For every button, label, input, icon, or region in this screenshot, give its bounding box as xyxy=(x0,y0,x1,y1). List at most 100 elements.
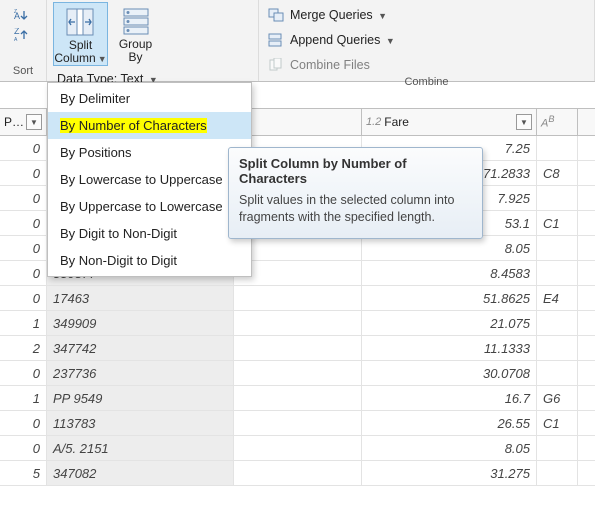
split-column-icon xyxy=(62,5,100,39)
svg-text:Z: Z xyxy=(14,9,17,15)
cell-blank xyxy=(234,336,362,360)
cell-cabin xyxy=(537,361,578,385)
cell-fare: 8.05 xyxy=(362,436,537,460)
combine-group-label: Combine xyxy=(265,76,588,88)
cell-blank xyxy=(234,261,362,285)
menu-item-delimiter[interactable]: By Delimiter xyxy=(48,85,251,112)
cell-parc: 0 xyxy=(0,436,47,460)
cell-blank xyxy=(234,361,362,385)
svg-text:A: A xyxy=(14,37,18,42)
cell-parc: 0 xyxy=(0,411,47,435)
cell-cabin xyxy=(537,336,578,360)
cell-parc: 0 xyxy=(0,161,47,185)
table-row[interactable]: 134990921.075 xyxy=(0,311,595,336)
cell-cabin xyxy=(537,436,578,460)
table-row[interactable]: 1PP 954916.7G6 xyxy=(0,386,595,411)
cell-cabin: C1 xyxy=(537,411,578,435)
cell-blank xyxy=(234,236,362,260)
transform-group: SplitColumn▼ GroupBy Data Type: Text ▼ xyxy=(47,0,259,81)
tooltip-body: Split values in the selected column into… xyxy=(239,192,472,226)
cell-ticket: 237736 xyxy=(47,361,234,385)
menu-item-low-upper[interactable]: By Lowercase to Uppercase xyxy=(48,166,251,193)
cell-parc: 0 xyxy=(0,136,47,160)
cell-cabin xyxy=(537,136,578,160)
cell-fare: 26.55 xyxy=(362,411,537,435)
cell-parc: 0 xyxy=(0,211,47,235)
split-column-menu: By Delimiter By Number of Characters By … xyxy=(47,82,252,277)
split-column-button[interactable]: SplitColumn▼ xyxy=(53,2,108,66)
cell-parc: 1 xyxy=(0,311,47,335)
merge-icon xyxy=(267,6,285,24)
menu-item-nondigit-digit[interactable]: By Non-Digit to Digit xyxy=(48,247,251,274)
filter-button[interactable]: ▼ xyxy=(26,114,42,130)
cell-blank xyxy=(234,311,362,335)
cell-cabin xyxy=(537,186,578,210)
tooltip-title: Split Column by Number of Characters xyxy=(239,156,472,186)
table-row[interactable]: 0A/5. 2151 8.05 xyxy=(0,436,595,461)
cell-parc: 0 xyxy=(0,236,47,260)
cell-ticket: 349909 xyxy=(47,311,234,335)
cell-cabin xyxy=(537,261,578,285)
tooltip: Split Column by Number of Characters Spl… xyxy=(228,147,483,239)
col-header-fare[interactable]: 1.2 Fare ▼ xyxy=(362,109,537,135)
cell-blank xyxy=(234,286,362,310)
menu-item-num-chars[interactable]: By Number of Characters xyxy=(48,112,251,139)
cell-cabin: C8 xyxy=(537,161,578,185)
cell-fare: 51.8625 xyxy=(362,286,537,310)
cell-cabin: G6 xyxy=(537,386,578,410)
sort-ascending-icon[interactable]: AZ xyxy=(13,6,33,24)
table-row[interactable]: 2347742 11.1333 xyxy=(0,336,595,361)
cell-blank xyxy=(234,436,362,460)
group-by-button[interactable]: GroupBy xyxy=(108,2,163,66)
group-by-icon xyxy=(117,4,155,38)
menu-item-upper-lower[interactable]: By Uppercase to Lowercase xyxy=(48,193,251,220)
col-header-parc[interactable]: Parc… ▼ xyxy=(0,109,47,135)
cell-cabin xyxy=(537,236,578,260)
cell-ticket: 347082 xyxy=(47,461,234,485)
ribbon: AZ ZA Sort SplitColumn▼ xyxy=(0,0,595,82)
cell-parc: 2 xyxy=(0,336,47,360)
cell-cabin: E4 xyxy=(537,286,578,310)
cell-cabin: C1 xyxy=(537,211,578,235)
cell-parc: 5 xyxy=(0,461,47,485)
sort-group-label: Sort xyxy=(13,65,33,77)
cell-fare: 16.7 xyxy=(362,386,537,410)
combine-files-button[interactable]: Combine Files xyxy=(265,54,588,76)
cell-fare: 31.275 xyxy=(362,461,537,485)
cell-ticket: 17463 xyxy=(47,286,234,310)
cell-cabin xyxy=(537,461,578,485)
table-row[interactable]: 0113783 26.55C1 xyxy=(0,411,595,436)
append-icon xyxy=(267,31,285,49)
cell-blank xyxy=(234,461,362,485)
cell-parc: 0 xyxy=(0,286,47,310)
cell-ticket: A/5. 2151 xyxy=(47,436,234,460)
menu-item-digit-nondigit[interactable]: By Digit to Non-Digit xyxy=(48,220,251,247)
sort-group: AZ ZA Sort xyxy=(0,0,47,81)
col-header-spacer xyxy=(234,109,362,135)
cell-ticket: 347742 xyxy=(47,336,234,360)
table-row[interactable]: 5347082 31.275 xyxy=(0,461,595,486)
cell-fare: 8.05 xyxy=(362,236,537,260)
cell-parc: 1 xyxy=(0,386,47,410)
cell-ticket: 113783 xyxy=(47,411,234,435)
merge-queries-button[interactable]: Merge Queries ▼ xyxy=(265,4,588,26)
cell-blank xyxy=(234,411,362,435)
sort-descending-icon[interactable]: ZA xyxy=(13,26,33,44)
cell-parc: 0 xyxy=(0,186,47,210)
cell-parc: 0 xyxy=(0,261,47,285)
svg-text:Z: Z xyxy=(14,28,20,36)
cell-blank xyxy=(234,386,362,410)
table-row[interactable]: 0237736 30.0708 xyxy=(0,361,595,386)
combine-files-icon xyxy=(267,56,285,74)
menu-item-positions[interactable]: By Positions xyxy=(48,139,251,166)
cell-fare: 8.4583 xyxy=(362,261,537,285)
table-row[interactable]: 017463 51.8625E4 xyxy=(0,286,595,311)
cell-cabin xyxy=(537,311,578,335)
combine-group: Merge Queries ▼ Append Queries ▼ Combine… xyxy=(259,0,595,81)
append-queries-button[interactable]: Append Queries ▼ xyxy=(265,29,588,51)
cell-fare: 11.1333 xyxy=(362,336,537,360)
col-header-cabin[interactable]: AB xyxy=(537,109,578,135)
cell-fare: 30.0708 xyxy=(362,361,537,385)
cell-parc: 0 xyxy=(0,361,47,385)
filter-button[interactable]: ▼ xyxy=(516,114,532,130)
